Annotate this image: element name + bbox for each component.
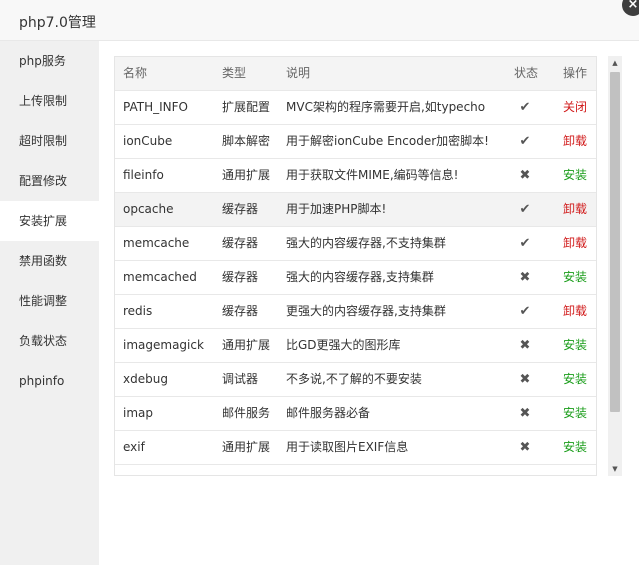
extension-description: 用于加速PHP脚本!	[286, 202, 387, 216]
sidebar-item-disabled-functions[interactable]: 禁用函数	[0, 241, 99, 281]
extension-name: memcache	[123, 236, 190, 250]
header-status: 状态	[513, 66, 538, 80]
sidebar-item-install-extensions[interactable]: 安装扩展	[0, 201, 99, 241]
table-header: 名称 类型 说明 状态 操作	[115, 57, 596, 91]
extension-description: 用于获取文件MIME,编码等信息!	[286, 168, 459, 182]
extension-description: 不多说,不了解的不要安装	[286, 372, 422, 386]
table-row: xdebug 调试器 不多说,不了解的不要安装 ✖ 安装	[115, 363, 596, 397]
extension-description: 用于读取图片EXIF信息	[286, 440, 409, 454]
cross-icon: ✖	[519, 440, 531, 455]
extension-type: 缓存器	[222, 304, 259, 318]
header-type: 类型	[222, 66, 247, 80]
action-link[interactable]: 关闭	[563, 91, 593, 125]
extension-name: fileinfo	[123, 168, 164, 182]
sidebar-item-timeout-limit[interactable]: 超时限制	[0, 121, 99, 161]
scrollbar[interactable]: ▲ ▼	[608, 56, 622, 476]
table-row: imap 邮件服务 邮件服务器必备 ✖ 安装	[115, 397, 596, 431]
action-link[interactable]: 卸载	[563, 193, 593, 227]
extension-name: xdebug	[123, 372, 168, 386]
sidebar-item-load-status[interactable]: 负载状态	[0, 321, 99, 361]
table-row: ionCube 脚本解密 用于解密ionCube Encoder加密脚本! ✔ 卸载	[115, 125, 596, 159]
extension-type: 通用扩展	[222, 168, 271, 182]
extension-name: exif	[123, 440, 145, 454]
action-link[interactable]: 安装	[563, 329, 593, 363]
action-link[interactable]: 安装	[563, 159, 593, 193]
table-row: imagemagick 通用扩展 比GD更强大的图形库 ✖ 安装	[115, 329, 596, 363]
extension-type: 脚本解密	[222, 134, 271, 148]
scroll-thumb[interactable]	[610, 72, 620, 412]
table-row: exif 通用扩展 用于读取图片EXIF信息 ✖ 安装	[115, 431, 596, 465]
scroll-up-icon[interactable]: ▲	[608, 56, 622, 70]
extension-name: redis	[123, 304, 153, 318]
extension-description: 更强大的内容缓存器,支持集群	[286, 304, 446, 318]
check-icon: ✔	[519, 134, 531, 149]
window-title: php7.0管理	[19, 15, 96, 31]
extension-type: 扩展配置	[222, 100, 271, 114]
sidebar: php服务 上传限制 超时限制 配置修改 安装扩展 禁用函数 性能调整 负载状态…	[0, 41, 99, 565]
cross-icon: ✖	[519, 372, 531, 387]
extension-description: MVC架构的程序需要开启,如typecho	[286, 100, 486, 114]
check-icon: ✔	[519, 100, 531, 115]
extension-description: 用于解密ionCube Encoder加密脚本!	[286, 134, 489, 148]
action-link[interactable]: 卸载	[563, 227, 593, 261]
sidebar-item-performance-tuning[interactable]: 性能调整	[0, 281, 99, 321]
action-link[interactable]: 安装	[563, 363, 593, 397]
header-desc: 说明	[286, 66, 311, 80]
table-row: opcache 缓存器 用于加速PHP脚本! ✔ 卸载	[115, 193, 596, 227]
cross-icon: ✖	[519, 270, 531, 285]
action-link[interactable]: 安装	[563, 261, 593, 295]
extension-name: memcached	[123, 270, 197, 284]
extension-description: 邮件服务器必备	[286, 406, 371, 420]
table-row: memcached 缓存器 强大的内容缓存器,支持集群 ✖ 安装	[115, 261, 596, 295]
extension-description: 强大的内容缓存器,支持集群	[286, 270, 434, 284]
action-link[interactable]: 卸载	[563, 125, 593, 159]
sidebar-item-phpinfo[interactable]: phpinfo	[0, 361, 99, 401]
cross-icon: ✖	[519, 406, 531, 421]
sidebar-item-upload-limit[interactable]: 上传限制	[0, 81, 99, 121]
action-link[interactable]: 安装	[563, 397, 593, 431]
extension-name: opcache	[123, 202, 174, 216]
extension-type: 通用扩展	[222, 338, 271, 352]
sidebar-item-config-edit[interactable]: 配置修改	[0, 161, 99, 201]
extension-name: imap	[123, 406, 153, 420]
extension-type: 调试器	[222, 372, 259, 386]
header-name: 名称	[123, 66, 148, 80]
table-row: memcache 缓存器 强大的内容缓存器,不支持集群 ✔ 卸载	[115, 227, 596, 261]
extension-type: 缓存器	[222, 270, 259, 284]
php-manager-window: php7.0管理 × php服务 上传限制 超时限制 配置修改 安装扩展 禁用函…	[0, 0, 639, 565]
extensions-table: 名称 类型 说明 状态 操作 PATH_INFO 扩展配置 MVC架构的程序需要开启…	[114, 56, 597, 476]
extension-type: 通用扩展	[222, 440, 271, 454]
sidebar-item-php-service[interactable]: php服务	[0, 41, 99, 81]
cross-icon: ✖	[519, 338, 531, 353]
table-row: fileinfo 通用扩展 用于获取文件MIME,编码等信息! ✖ 安装	[115, 159, 596, 193]
extension-type: 缓存器	[222, 202, 259, 216]
extension-name: imagemagick	[123, 338, 204, 352]
check-icon: ✔	[519, 202, 531, 217]
table-row: redis 缓存器 更强大的内容缓存器,支持集群 ✔ 卸载	[115, 295, 596, 329]
extension-name: ionCube	[123, 134, 173, 148]
check-icon: ✔	[519, 236, 531, 251]
extension-description: 强大的内容缓存器,不支持集群	[286, 236, 446, 250]
cross-icon: ✖	[519, 168, 531, 183]
scroll-down-icon[interactable]: ▼	[608, 462, 622, 476]
header-action: 操作	[563, 66, 588, 80]
extension-type: 缓存器	[222, 236, 259, 250]
extension-type: 邮件服务	[222, 406, 271, 420]
extension-description: 比GD更强大的图形库	[286, 338, 401, 352]
action-link[interactable]: 卸载	[563, 295, 593, 329]
action-link[interactable]: 安装	[563, 431, 593, 465]
title-bar: php7.0管理	[0, 0, 639, 41]
main-content: 名称 类型 说明 状态 操作 PATH_INFO 扩展配置 MVC架构的程序需要开启…	[99, 41, 639, 565]
check-icon: ✔	[519, 304, 531, 319]
table-row: PATH_INFO 扩展配置 MVC架构的程序需要开启,如typecho ✔ 关闭	[115, 91, 596, 125]
extension-name: PATH_INFO	[123, 100, 188, 114]
